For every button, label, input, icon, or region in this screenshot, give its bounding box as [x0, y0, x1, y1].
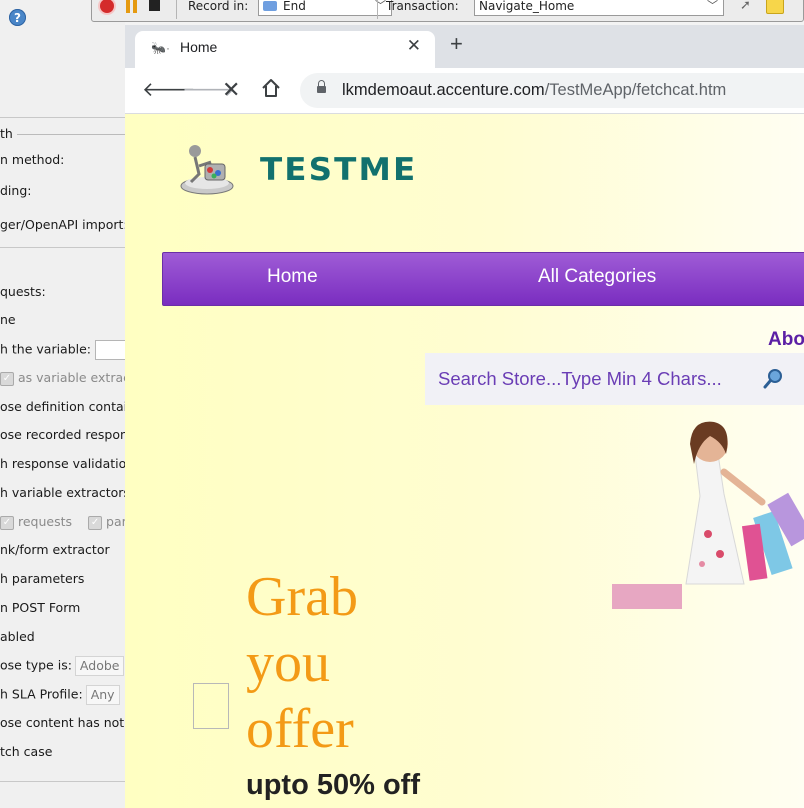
recording-toolbar: Record in: End ﹀ Transaction: Navigate_H… [91, 0, 804, 22]
lock-icon[interactable] [317, 80, 326, 93]
params-checkbox[interactable]: ✓ [88, 515, 103, 530]
content-type-label: ose type is: [0, 657, 72, 673]
pause-button[interactable] [125, 0, 139, 13]
folder-icon [263, 1, 277, 11]
tab-strip: 🐜· Home ✕ + [125, 25, 804, 68]
requests-label: requests [18, 514, 73, 529]
site-logo-text[interactable]: TESTME [260, 152, 417, 188]
home-button[interactable] [260, 77, 282, 103]
browser-window: 🐜· Home ✕ + 🡐 🡒 ✕ lkmdemoaut.accenture.c… [125, 25, 804, 808]
auth-method-label: n method: [0, 152, 65, 167]
option-enabled[interactable]: abled [0, 628, 35, 646]
promo-heading: Grab you offer [246, 566, 358, 760]
close-tab-icon[interactable]: ✕ [407, 36, 421, 56]
transaction-value: Navigate_Home [479, 0, 575, 13]
option-with-variable[interactable]: h the variable: [0, 340, 125, 360]
stop-loading-button[interactable]: ✕ [222, 77, 240, 103]
option-content-type[interactable]: ose type is: Adobe [0, 656, 125, 676]
record-in-dropdown[interactable]: End ﹀ [258, 0, 392, 16]
toolbar-divider [377, 0, 378, 19]
settings-panel: ? th n method: ding: ger/OpenAPI import:… [0, 0, 125, 808]
option-response-validation[interactable]: h response validation [0, 455, 125, 473]
promo-thumbnail[interactable] [193, 683, 229, 729]
option-definition-contains[interactable]: ose definition contair [0, 398, 125, 416]
home-icon [262, 79, 280, 97]
option-as-variable-extract[interactable]: ✓ as variable extract [0, 369, 125, 387]
url-path: /TestMeApp/fetchcat.htm [544, 81, 727, 99]
option-recorded-response[interactable]: ose recorded respons [0, 426, 125, 444]
search-input[interactable]: Search Store...Type Min 4 Chars... [425, 353, 804, 405]
divider [0, 117, 125, 118]
help-icon[interactable]: ? [9, 9, 26, 26]
chevron-down-icon: ﹀ [707, 0, 718, 12]
tab-home[interactable]: 🐜· Home ✕ [135, 31, 435, 68]
transaction-label: Transaction: [386, 0, 459, 13]
menu-item-all-categories[interactable]: All Categories [538, 266, 656, 288]
openapi-import-label: ger/OpenAPI import: [0, 217, 125, 232]
menu-item-home[interactable]: Home [267, 266, 318, 288]
new-tab-button[interactable]: + [450, 31, 463, 57]
tab-title: Home [180, 39, 218, 55]
content-type-select[interactable]: Adobe [74, 656, 125, 676]
params-label: para [106, 514, 125, 529]
sla-profile-label: h SLA Profile: [0, 686, 83, 702]
option-with-parameters[interactable]: h parameters [0, 570, 84, 588]
option-post-form[interactable]: n POST Form [0, 599, 80, 617]
checkbox[interactable]: ✓ [0, 371, 14, 386]
option-requests-params[interactable]: ✓requests ✓para [0, 513, 125, 531]
note-icon[interactable] [766, 0, 784, 14]
option-with-variable-label: h the variable: [0, 341, 92, 357]
address-bar[interactable]: lkmdemoaut.accenture.com/TestMeApp/fetch… [300, 73, 804, 108]
navigation-bar: 🡐 🡒 ✕ lkmdemoaut.accenture.com/TestMeApp… [125, 68, 804, 114]
option-none[interactable]: ne [0, 311, 16, 329]
main-menu: Home All Categories [162, 252, 804, 306]
variable-input[interactable] [95, 340, 125, 360]
encoding-label: ding: [0, 183, 32, 198]
promo-shopping-woman-image [612, 421, 804, 609]
promo-subheading: upto 50% off [246, 769, 420, 801]
option-link-form-extractor[interactable]: nk/form extractor [0, 541, 110, 559]
sla-profile-select[interactable]: Any [85, 685, 120, 705]
toolbar-divider [176, 0, 177, 19]
loading-favicon-icon: 🐜· [151, 41, 170, 55]
search-placeholder: Search Store...Type Min 4 Chars... [438, 368, 722, 389]
site-logo[interactable] [177, 142, 237, 198]
requests-label: quests: [0, 284, 46, 299]
option-variable-extractors[interactable]: h variable extractors [0, 484, 125, 502]
record-in-label: Record in: [188, 0, 249, 13]
transaction-dropdown[interactable]: Navigate_Home ﹀ [474, 0, 724, 16]
about-link[interactable]: Abo [768, 329, 804, 351]
option-sla-profile[interactable]: h SLA Profile: Any [0, 685, 120, 705]
stop-recording-button[interactable] [149, 0, 160, 11]
divider [0, 781, 125, 782]
option-match-case[interactable]: tch case [0, 743, 52, 761]
record-in-value: End [283, 0, 306, 13]
divider [0, 247, 125, 248]
requests-checkbox[interactable]: ✓ [0, 515, 14, 530]
record-button[interactable] [100, 0, 114, 13]
option-label: as variable extract [18, 370, 125, 385]
wrench-icon[interactable]: ➚ [740, 0, 754, 13]
group-header-auth: th [0, 125, 125, 143]
web-page: TESTME Home All Categories Abo Search St… [125, 114, 804, 808]
search-icon[interactable] [763, 368, 783, 390]
url-text: lkmdemoaut.accenture.com/TestMeApp/fetch… [342, 73, 726, 108]
option-content-not-changed[interactable]: ose content has not b [0, 714, 125, 732]
url-host: lkmdemoaut.accenture.com [342, 81, 545, 99]
